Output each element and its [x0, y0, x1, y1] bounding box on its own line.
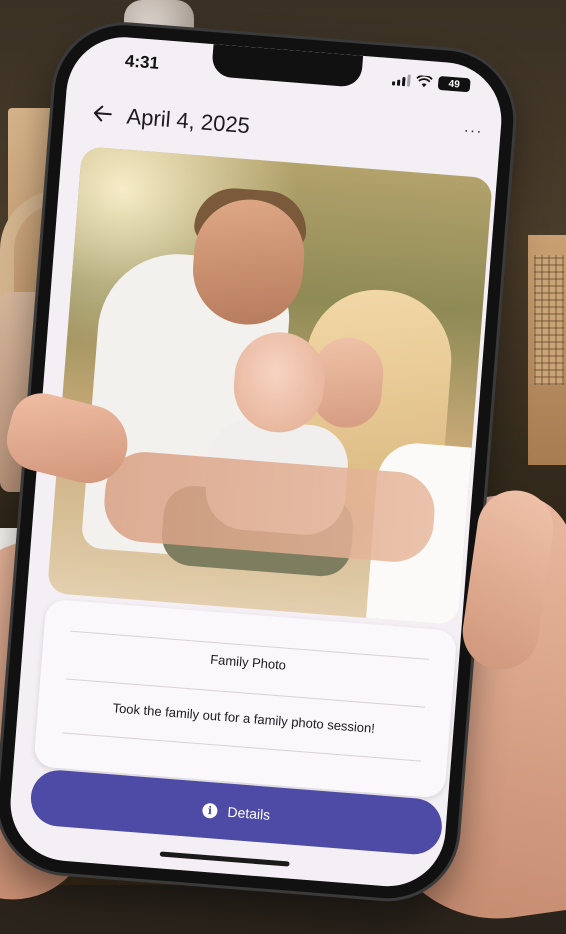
background-cabinet-right — [528, 235, 566, 465]
battery-icon: 49 — [437, 75, 471, 93]
back-button[interactable] — [90, 101, 116, 127]
signal-icon — [391, 73, 411, 87]
phone-notch — [211, 44, 364, 88]
more-horizontal-icon[interactable]: ··· — [463, 122, 483, 141]
wifi-icon — [416, 75, 433, 88]
info-icon: i — [201, 802, 219, 819]
photo-info-card: Family Photo Took the family out for a f… — [33, 598, 458, 799]
family-photo[interactable] — [47, 146, 493, 626]
page-title: April 4, 2025 — [125, 103, 251, 139]
card-divider — [62, 732, 422, 762]
status-time: 4:31 — [124, 51, 160, 73]
arrow-left-icon — [93, 105, 112, 122]
cabinet-rattan-panel-right — [534, 255, 564, 385]
home-indicator[interactable] — [159, 851, 290, 867]
status-icons: 49 — [391, 72, 471, 93]
details-button-label: Details — [226, 803, 271, 823]
